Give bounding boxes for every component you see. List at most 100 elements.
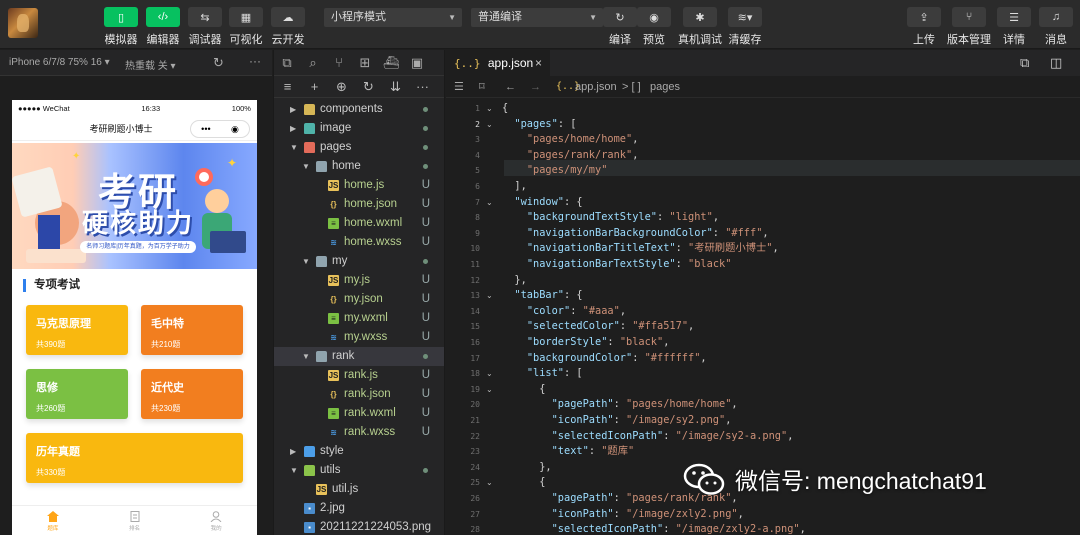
fold-chevron-icon[interactable]: ⌄	[486, 104, 493, 113]
fold-chevron-icon[interactable]: ⌄	[486, 369, 493, 378]
image-icon[interactable]: ▣	[404, 55, 430, 71]
file-tree-row[interactable]: ▪ 20211221224053.png	[274, 518, 444, 535]
code-line: "pagePath": "pages/home/home",	[551, 398, 738, 411]
category-card[interactable]: 毛中特 共210题	[141, 305, 243, 355]
list-icon[interactable]: ≡	[274, 79, 301, 94]
file-tree-label: pages	[320, 141, 352, 153]
branch-icon[interactable]: ⑂	[326, 55, 352, 70]
file-tree-row[interactable]: ▼ pages	[274, 138, 444, 157]
clear-cache-button[interactable]: ≋▾ 清缓存	[725, 7, 765, 47]
add-folder-icon[interactable]: ⊕	[328, 79, 355, 95]
tab-home[interactable]: 题库	[12, 506, 94, 535]
chevron-right-icon[interactable]: ▶	[290, 442, 296, 461]
simulator-toggle-button[interactable]: ▯ 模拟器	[101, 7, 141, 47]
details-button[interactable]: ☰ 详情	[994, 7, 1034, 47]
close-icon[interactable]: ×	[535, 50, 542, 76]
bookmark-icon[interactable]: ⌑	[479, 76, 485, 98]
files-icon[interactable]: ⧉	[274, 55, 300, 71]
device-select[interactable]: iPhone 6/7/8 75% 16 ▾	[9, 57, 110, 68]
list-icon[interactable]: ☰	[454, 76, 464, 98]
back-arrow-icon[interactable]: ←	[505, 76, 516, 98]
fold-chevron-icon[interactable]: ⌄	[486, 198, 493, 207]
cloud-dev-button[interactable]: ☁ 云开发	[268, 7, 308, 47]
category-card[interactable]: 马克思原理 共390题	[26, 305, 128, 355]
fold-chevron-icon[interactable]: ⌄	[486, 385, 493, 394]
file-tree-row[interactable]: ▼ utils	[274, 461, 444, 480]
mode-select[interactable]: 小程序模式 ▼	[324, 8, 462, 27]
chevron-right-icon[interactable]: ▶	[290, 119, 296, 138]
extensions-icon[interactable]: ⊞	[352, 55, 378, 71]
layers-icon: ≋▾	[728, 7, 762, 27]
fold-chevron-icon[interactable]: ⌄	[486, 478, 493, 487]
file-tree-row[interactable]: ≋ home.wxss U	[274, 233, 444, 252]
file-tree-row[interactable]: ≡ rank.wxml U	[274, 404, 444, 423]
debugger-toggle-button[interactable]: ⇆ 调试器	[185, 7, 225, 47]
fold-chevron-icon[interactable]: ⌄	[486, 120, 493, 129]
file-tree-row[interactable]: ▼ my	[274, 252, 444, 271]
tab-my[interactable]: 我的	[175, 506, 257, 535]
preview-button[interactable]: ◉ 预览	[634, 7, 674, 47]
file-tree-row[interactable]: ≋ rank.wxss U	[274, 423, 444, 442]
phone-icon: ▯	[104, 7, 138, 27]
file-tree-row[interactable]: ≡ home.wxml U	[274, 214, 444, 233]
banner-image[interactable]: ✦ ✦ 考研 硬核助力 名师习题库|历年真题，为百万学子助力	[12, 143, 257, 269]
file-tree-row[interactable]: ▼ home	[274, 157, 444, 176]
file-tree-row[interactable]: {} rank.json U	[274, 385, 444, 404]
capsule-menu[interactable]: ••• ◉	[190, 120, 250, 138]
visual-toggle-button[interactable]: ▦ 可视化	[226, 7, 266, 47]
messages-button[interactable]: ♫ 消息	[1036, 7, 1076, 47]
file-tree-row[interactable]: {} my.json U	[274, 290, 444, 309]
more-icon[interactable]: •••	[201, 124, 210, 134]
upload-button[interactable]: ⇪ 上传	[904, 7, 944, 47]
breadcrumb-key[interactable]: pages	[650, 76, 680, 98]
compile-select[interactable]: 普通编译 ▼	[471, 8, 603, 27]
line-number: 10	[470, 244, 480, 254]
user-avatar[interactable]	[8, 8, 38, 38]
file-tree-row[interactable]: JS home.js U	[274, 176, 444, 195]
tab-label: 我的	[210, 526, 222, 532]
collapse-icon[interactable]: ⇊	[382, 79, 409, 95]
file-tree-row[interactable]: {} home.json U	[274, 195, 444, 214]
close-circle-icon[interactable]: ◉	[231, 124, 239, 135]
chevron-down-icon[interactable]: ▼	[302, 252, 310, 271]
file-tree-row[interactable]: JS my.js U	[274, 271, 444, 290]
version-control-button[interactable]: ⑂ 版本管理	[947, 7, 991, 47]
file-tree-row[interactable]: ≋ my.wxss U	[274, 328, 444, 347]
refresh-icon[interactable]: ↻	[355, 79, 382, 95]
forward-arrow-icon[interactable]: →	[530, 76, 541, 98]
file-tree-row[interactable]: JS rank.js U	[274, 366, 444, 385]
docker-icon[interactable]: ⛴	[378, 55, 404, 71]
file-tree-row[interactable]: ▶ style	[274, 442, 444, 461]
chevron-right-icon[interactable]: ▶	[290, 100, 296, 119]
line-number: 24	[470, 462, 480, 472]
compare-icon[interactable]: ⧉	[1020, 55, 1029, 71]
split-editor-icon[interactable]: ◫	[1050, 55, 1062, 71]
tab-rank[interactable]: 排名	[94, 506, 176, 535]
code-line: "borderStyle": "black",	[526, 336, 670, 348]
editor-toggle-button[interactable]: ‹/› 编辑器	[143, 7, 183, 47]
file-tree-row[interactable]: JS util.js	[274, 480, 444, 499]
file-tree-row[interactable]: ▪ 2.jpg	[274, 499, 444, 518]
search-icon[interactable]: ⌕	[300, 55, 326, 71]
category-card[interactable]: 思修 共260题	[26, 369, 128, 419]
file-tree-row[interactable]: ≡ my.wxml U	[274, 309, 444, 328]
chevron-down-icon[interactable]: ▼	[290, 461, 298, 480]
tab-app-json[interactable]: {..} app.json ×	[446, 50, 550, 76]
breadcrumb-file[interactable]: app.json	[575, 76, 617, 98]
chevron-down-icon[interactable]: ▼	[302, 157, 310, 176]
chevron-down-icon[interactable]: ▼	[302, 347, 310, 366]
more-icon[interactable]: ···	[409, 79, 436, 94]
chevron-down-icon[interactable]: ▼	[290, 138, 298, 157]
refresh-icon[interactable]: ↻	[213, 55, 224, 71]
add-icon[interactable]: +	[301, 79, 328, 94]
more-icon[interactable]: ···	[249, 54, 261, 68]
category-card[interactable]: 近代史 共230题	[141, 369, 243, 419]
file-tree-row[interactable]: ▶ image	[274, 119, 444, 138]
remote-debug-button[interactable]: ✱ 真机调试	[678, 7, 722, 47]
hot-reload-toggle[interactable]: 热重载 关 ▾	[125, 57, 176, 72]
git-status-untracked: U	[421, 426, 430, 438]
file-tree-row[interactable]: ▼ rank	[274, 347, 444, 366]
file-tree-row[interactable]: ▶ components	[274, 100, 444, 119]
category-card[interactable]: 历年真题 共330题	[26, 433, 243, 483]
fold-chevron-icon[interactable]: ⌄	[486, 291, 493, 300]
